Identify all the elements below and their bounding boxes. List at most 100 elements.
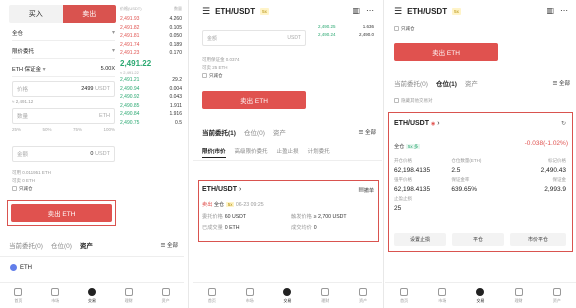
position-pair[interactable]: ETH/USDT ◉ › xyxy=(394,120,440,127)
earn-icon xyxy=(321,287,330,296)
nav-market[interactable]: 市场 xyxy=(438,287,447,304)
order-side: 卖出 xyxy=(202,202,213,208)
set-tp-sl-button[interactable]: 设置止损 xyxy=(394,233,446,246)
subtab-limit-market[interactable]: 限价|市价 xyxy=(202,147,226,158)
tab-open-orders[interactable]: 当前委托(1) xyxy=(202,127,236,137)
bid-price: 2,490.84 xyxy=(120,111,140,118)
bid-row[interactable]: 2,491.21 29.2 xyxy=(120,76,182,85)
price-input[interactable]: 价格 2499 USDT xyxy=(12,81,115,97)
nav-trade[interactable]: 交易 xyxy=(87,287,96,304)
percent-75[interactable]: 75% xyxy=(73,127,82,132)
close-position-button[interactable]: 平仓 xyxy=(452,233,504,246)
sell-eth-button[interactable]: 卖出 ETH xyxy=(394,43,498,61)
ask-row[interactable]: 2,491.81 0.050 xyxy=(120,32,182,41)
show-all-toggle[interactable]: ☰ 全部 xyxy=(553,79,570,87)
ask-qty: 0.105 xyxy=(169,24,182,31)
reduce-only-checkbox[interactable]: 只减仓 xyxy=(12,186,33,192)
nav-earn[interactable]: 理财 xyxy=(514,287,523,304)
nav-market[interactable]: 市场 xyxy=(245,287,254,304)
amount-input[interactable]: 金额 USDT xyxy=(202,30,306,46)
ask-row[interactable]: 2,491.93 4.260 xyxy=(120,15,182,24)
nav-home[interactable]: 首页 xyxy=(400,287,409,304)
order-tabs: 当前委托(1) 仓位(0) 资产 xyxy=(202,127,286,137)
nav-assets[interactable]: 资产 xyxy=(161,287,170,304)
wallet-icon xyxy=(359,287,368,296)
percent-100[interactable]: 100% xyxy=(103,127,115,132)
more-icon[interactable]: ⋯ xyxy=(366,6,374,15)
pair-header[interactable]: ☰ ETH/USDT 5x xyxy=(202,6,269,17)
order-trigger-key: 触发价格 xyxy=(291,214,312,220)
nav-earn[interactable]: 理财 xyxy=(124,287,133,304)
order-card-pair[interactable]: ETH/USDT › xyxy=(202,186,241,193)
refresh-icon[interactable]: ↻ xyxy=(561,120,566,127)
order-type-label: 限价委托 xyxy=(12,48,35,55)
tab-positions[interactable]: 仓位(0) xyxy=(51,240,72,250)
sell-tab[interactable]: 卖出 xyxy=(62,5,116,23)
position-pair-title: ETH/USDT xyxy=(394,120,429,127)
reduce-only-checkbox[interactable]: 只减仓 xyxy=(202,73,223,79)
menu-icon[interactable]: ☰ xyxy=(202,6,210,17)
bid-qty: 0.043 xyxy=(169,94,182,101)
nav-home[interactable]: 首页 xyxy=(14,287,23,304)
tab-positions[interactable]: 仓位(0) xyxy=(244,127,265,137)
ask-price: 2,491.81 xyxy=(120,33,140,40)
tab-assets[interactable]: 资产 xyxy=(465,78,478,88)
percent-50[interactable]: 50% xyxy=(42,127,51,132)
nav-assets[interactable]: 资产 xyxy=(552,287,561,304)
subtab-tp-sl[interactable]: 止盈止损 xyxy=(277,147,299,158)
sell-eth-button[interactable]: 卖出 ETH xyxy=(202,91,306,109)
bid-row[interactable]: 2,490.92 0.043 xyxy=(120,93,182,102)
percent-25[interactable]: 25% xyxy=(12,127,21,132)
hide-other-pairs-checkbox[interactable]: 隐藏其他交易对 xyxy=(394,98,433,104)
nav-market[interactable]: 市场 xyxy=(51,287,60,304)
cancel-order-button[interactable]: 撤单 xyxy=(364,187,374,194)
show-all-toggle[interactable]: ☰ 全部 xyxy=(359,128,376,136)
tab-open-orders[interactable]: 当前委托(0) xyxy=(394,78,428,88)
subtab-plan[interactable]: 计划委托 xyxy=(308,147,330,158)
ask-row[interactable]: 2,491.23 0.170 xyxy=(120,49,182,58)
chart-icon[interactable]: ▥ xyxy=(546,6,554,15)
menu-icon[interactable]: ☰ xyxy=(394,6,402,17)
buy-tab[interactable]: 买入 xyxy=(9,5,63,23)
nav-home[interactable]: 首页 xyxy=(207,287,216,304)
leverage-badge: 5x xyxy=(452,8,461,15)
bottom-nav: 首页 市场 交易 理财 资产 xyxy=(385,282,576,308)
sell-eth-button[interactable]: 卖出 ETH xyxy=(11,204,112,222)
quantity-input[interactable]: 数量 ETH xyxy=(12,108,115,124)
nav-earn[interactable]: 理财 xyxy=(321,287,330,304)
nav-trade[interactable]: 交易 xyxy=(476,287,485,304)
order-type-select[interactable]: 限价委托 ▾ xyxy=(12,43,115,59)
order-price-key: 委托价格 xyxy=(202,214,223,220)
nav-assets[interactable]: 资产 xyxy=(359,287,368,304)
tab-positions[interactable]: 仓位(1) xyxy=(436,78,457,88)
bid-row[interactable]: 2,490.75 0.5 xyxy=(120,119,182,128)
divider xyxy=(193,160,382,161)
tab-assets[interactable]: 资产 xyxy=(80,240,93,250)
pair-header[interactable]: ☰ ETH/USDT 5x xyxy=(394,6,461,17)
total-unit: USDT xyxy=(95,151,110,157)
market-close-button[interactable]: 市价平仓 xyxy=(510,233,566,246)
bid-row[interactable]: 2,490.84 1.916 xyxy=(120,110,182,119)
leverage-select[interactable]: ETH 保证金 ▾ 5.00X xyxy=(12,61,115,77)
margin-mode-select[interactable]: 全仓 ▾ xyxy=(12,25,115,41)
more-icon[interactable]: ⋯ xyxy=(560,6,568,15)
chart-icon[interactable]: ▥ xyxy=(352,6,360,15)
reduce-only-checkbox[interactable]: 只减仓 xyxy=(394,26,415,32)
ask-row[interactable]: 2,491.82 0.105 xyxy=(120,24,182,33)
order-avg-value: 0 xyxy=(313,225,317,231)
bid-row[interactable]: 2,490.94 0.004 xyxy=(120,85,182,94)
tab-open-orders[interactable]: 当前委托(0) xyxy=(9,240,43,250)
show-all-toggle[interactable]: ☰ 全部 xyxy=(161,241,178,249)
ask-row[interactable]: 2,491.74 0.189 xyxy=(120,41,182,50)
max-sell: 可卖 25 ETH xyxy=(202,65,228,70)
ask-price: 2,491.23 xyxy=(120,50,140,57)
total-input[interactable]: 金额 0 USDT xyxy=(12,146,115,162)
tab-assets[interactable]: 资产 xyxy=(273,127,286,137)
nav-trade[interactable]: 交易 xyxy=(283,287,292,304)
market-icon xyxy=(438,287,447,296)
bid-row[interactable]: 2,490.85 1.911 xyxy=(120,102,182,111)
subtab-advanced-limit[interactable]: 高级限价委托 xyxy=(235,147,268,158)
stat-value: 2,993.9 xyxy=(544,186,566,193)
share-icon: ◉ xyxy=(430,121,436,127)
asset-row-eth[interactable]: ETH xyxy=(10,264,32,271)
